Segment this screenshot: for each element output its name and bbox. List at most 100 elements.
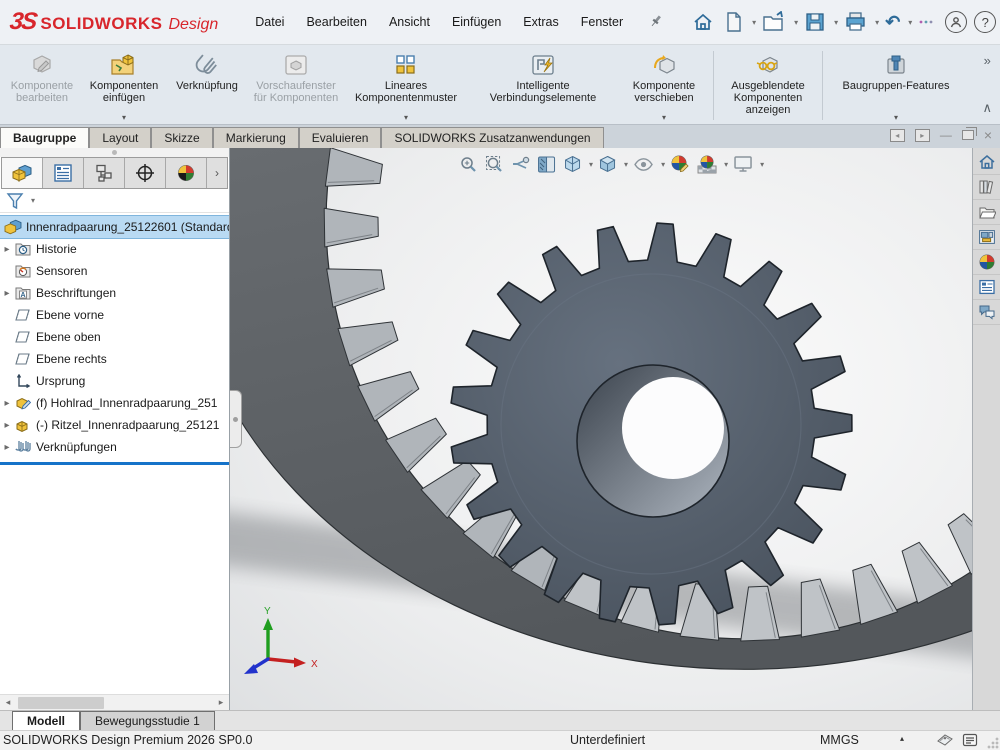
taskpane-home-icon[interactable] bbox=[973, 150, 1000, 175]
insert-components-dropdown[interactable]: ▾ bbox=[122, 112, 126, 123]
tree-item-ebene-rechts[interactable]: ▸ Ebene rechts bbox=[0, 348, 229, 370]
edit-component-button[interactable]: Komponente bearbeiten bbox=[2, 47, 82, 124]
tab-dimxpertmanager[interactable] bbox=[125, 158, 166, 188]
tab-skizze[interactable]: Skizze bbox=[151, 127, 212, 148]
print-button[interactable] bbox=[840, 8, 871, 36]
note-icon[interactable] bbox=[962, 733, 978, 750]
ribbon-collapse-button[interactable]: ∧ bbox=[982, 100, 992, 116]
ribbon-overflow-button[interactable]: » bbox=[984, 53, 991, 68]
expand-arrow-icon[interactable]: ▸ bbox=[0, 288, 14, 299]
tab-baugruppe[interactable]: Baugruppe bbox=[0, 127, 89, 148]
move-component-button[interactable]: Komponente verschieben ▾ bbox=[618, 47, 710, 124]
hide-show-dropdown[interactable]: ▾ bbox=[661, 160, 665, 169]
insert-components-button[interactable]: Komponenten einfügen ▾ bbox=[82, 47, 166, 124]
tab-evaluieren[interactable]: Evaluieren bbox=[299, 127, 382, 148]
menu-einfuegen[interactable]: Einfügen bbox=[441, 9, 512, 35]
tree-tabs-overflow-icon[interactable]: › bbox=[207, 158, 227, 188]
document-minimize-icon[interactable]: — bbox=[940, 128, 952, 142]
scroll-left-icon[interactable]: ◂ bbox=[0, 697, 16, 708]
tree-item-ursprung[interactable]: ▸ Ursprung bbox=[0, 370, 229, 392]
view-palette-icon[interactable] bbox=[973, 225, 1000, 250]
tab-zusatzanwendungen[interactable]: SOLIDWORKS Zusatzanwendungen bbox=[381, 127, 603, 148]
move-component-dropdown[interactable]: ▾ bbox=[662, 112, 666, 123]
panel-splitter-handle[interactable] bbox=[230, 390, 242, 448]
account-icon[interactable] bbox=[945, 11, 967, 33]
save-dropdown[interactable]: ▾ bbox=[834, 18, 838, 27]
scroll-right-icon[interactable]: ▸ bbox=[213, 697, 229, 708]
previous-document-icon[interactable]: ◂ bbox=[890, 129, 905, 142]
rollback-bar[interactable] bbox=[0, 462, 229, 465]
viewport-canvas[interactable]: YX bbox=[230, 148, 972, 710]
mate-button[interactable]: Verknüpfung bbox=[166, 47, 248, 124]
open-dropdown[interactable]: ▾ bbox=[794, 18, 798, 27]
linear-component-pattern-button[interactable]: Lineares Komponentenmuster ▾ bbox=[344, 47, 468, 124]
section-view-icon[interactable] bbox=[535, 154, 558, 175]
undo-button[interactable]: ↶ bbox=[881, 9, 904, 36]
view-settings-dropdown[interactable]: ▾ bbox=[760, 160, 764, 169]
show-hidden-components-button[interactable]: Ausgeblendete Komponenten anzeigen bbox=[717, 47, 819, 124]
save-button[interactable] bbox=[800, 8, 830, 36]
document-close-icon[interactable]: × bbox=[984, 127, 992, 143]
tree-item-historie[interactable]: ▸ Historie bbox=[0, 238, 229, 260]
options-dots-icon[interactable] bbox=[914, 14, 938, 30]
tree-root-item[interactable]: Innenradpaarung_25122601 (Standard) bbox=[0, 216, 229, 238]
filter-dropdown[interactable]: ▾ bbox=[31, 196, 35, 205]
unit-system-dropdown[interactable]: ▴ bbox=[900, 734, 904, 743]
forum-icon[interactable] bbox=[973, 300, 1000, 325]
tree-item-beschriftungen[interactable]: ▸ A Beschriftungen bbox=[0, 282, 229, 304]
view-orientation-dropdown[interactable]: ▾ bbox=[589, 160, 593, 169]
tag-icon[interactable] bbox=[936, 733, 954, 750]
expand-arrow-icon[interactable]: ▸ bbox=[0, 244, 14, 255]
display-style-dropdown[interactable]: ▾ bbox=[624, 160, 628, 169]
view-orientation-icon[interactable] bbox=[561, 154, 584, 175]
expand-arrow-icon[interactable]: ▸ bbox=[0, 420, 14, 431]
pin-menu-icon[interactable] bbox=[640, 9, 672, 36]
resize-grip[interactable] bbox=[987, 737, 999, 749]
expand-arrow-icon[interactable]: ▸ bbox=[0, 398, 14, 409]
tab-propertymanager[interactable] bbox=[43, 158, 84, 188]
expand-arrow-icon[interactable]: ▸ bbox=[0, 442, 14, 453]
hide-show-items-icon[interactable] bbox=[631, 154, 656, 175]
open-button[interactable] bbox=[758, 8, 790, 36]
apply-scene-dropdown[interactable]: ▾ bbox=[724, 160, 728, 169]
help-icon[interactable]: ? bbox=[974, 11, 996, 33]
tab-bewegungsstudie[interactable]: Bewegungsstudie 1 bbox=[80, 711, 215, 730]
component-preview-window-button[interactable]: Vorschaufenster für Komponenten bbox=[248, 47, 344, 124]
file-explorer-icon[interactable] bbox=[973, 200, 1000, 225]
scrollbar-thumb[interactable] bbox=[18, 697, 104, 709]
tab-modell[interactable]: Modell bbox=[12, 711, 80, 730]
tree-item-verknuepfungen[interactable]: ▸ Verknüpfungen bbox=[0, 436, 229, 458]
tree-splitter-handle[interactable] bbox=[0, 148, 229, 157]
menu-extras[interactable]: Extras bbox=[512, 9, 569, 35]
menu-fenster[interactable]: Fenster bbox=[570, 9, 634, 35]
custom-properties-icon[interactable] bbox=[973, 275, 1000, 300]
print-dropdown[interactable]: ▾ bbox=[875, 18, 879, 27]
tab-configurationmanager[interactable] bbox=[84, 158, 125, 188]
home-button[interactable] bbox=[688, 8, 718, 36]
tree-item-sensoren[interactable]: ▸ Sensoren bbox=[0, 260, 229, 282]
new-document-dropdown[interactable]: ▾ bbox=[752, 18, 756, 27]
apply-scene-icon[interactable] bbox=[695, 153, 719, 175]
tree-item-ebene-vorne[interactable]: ▸ Ebene vorne bbox=[0, 304, 229, 326]
undo-dropdown[interactable]: ▾ bbox=[908, 18, 912, 27]
tree-item-ritzel[interactable]: ▸ (-) Ritzel_Innenradpaarung_25121 bbox=[0, 414, 229, 436]
tree-item-ebene-oben[interactable]: ▸ Ebene oben bbox=[0, 326, 229, 348]
zoom-to-fit-icon[interactable] bbox=[457, 154, 480, 175]
smart-fasteners-button[interactable]: Intelligente Verbindungselemente bbox=[468, 47, 618, 124]
appearances-scenes-icon[interactable] bbox=[973, 250, 1000, 275]
design-library-icon[interactable] bbox=[973, 175, 1000, 200]
menu-bearbeiten[interactable]: Bearbeiten bbox=[295, 9, 377, 35]
document-restore-icon[interactable] bbox=[962, 130, 974, 140]
filter-funnel-icon[interactable] bbox=[6, 192, 26, 210]
tab-markierung[interactable]: Markierung bbox=[213, 127, 299, 148]
view-settings-icon[interactable] bbox=[731, 154, 755, 174]
edit-appearance-icon[interactable] bbox=[668, 153, 692, 175]
assembly-features-button[interactable]: Baugruppen-Features ▾ bbox=[826, 47, 966, 124]
tab-layout[interactable]: Layout bbox=[89, 127, 151, 148]
tree-item-hohlrad[interactable]: ▸ (f) Hohlrad_Innenradpaarung_251 bbox=[0, 392, 229, 414]
tab-featuremanager[interactable] bbox=[2, 158, 43, 188]
new-document-button[interactable] bbox=[720, 8, 748, 36]
menu-datei[interactable]: Datei bbox=[244, 9, 295, 35]
tab-displaymanager[interactable] bbox=[166, 158, 207, 188]
zoom-to-area-icon[interactable] bbox=[483, 154, 506, 175]
